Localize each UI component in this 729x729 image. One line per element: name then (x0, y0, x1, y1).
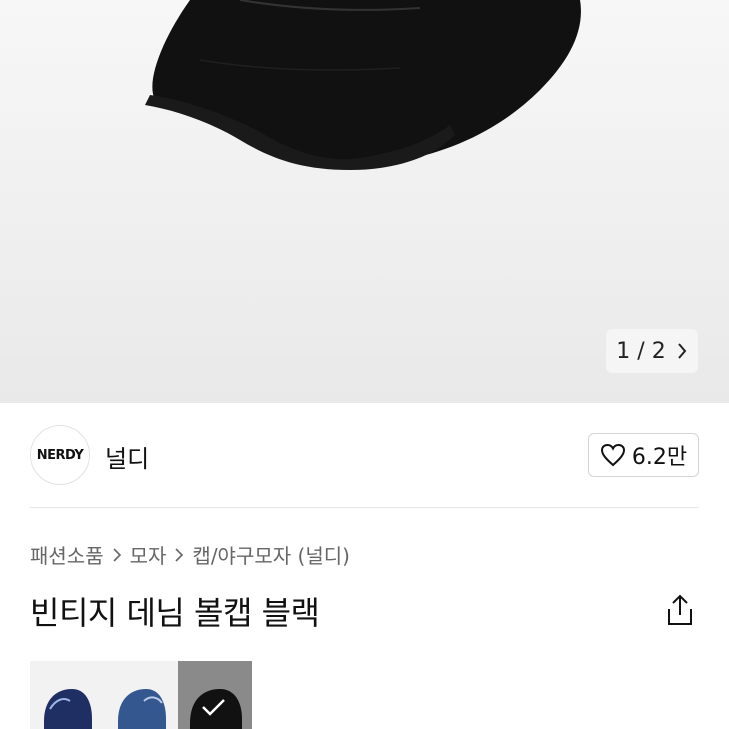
brand-logo[interactable]: NERDY (30, 425, 90, 485)
chevron-right-icon (175, 547, 184, 562)
brand-row: NERDY 널디 6.2만 (30, 425, 699, 485)
product-title: 빈티지 데님 볼캡 블랙 (30, 594, 320, 632)
brand-logo-text: NERDY (36, 447, 84, 463)
cap-thumbnail-blue (118, 689, 166, 729)
variant-thumb-navy[interactable] (30, 661, 104, 729)
variant-thumb-blue[interactable] (104, 661, 178, 729)
chevron-right-icon (113, 547, 121, 562)
variant-thumb-black[interactable] (178, 661, 252, 729)
cap-thumbnail-black (190, 689, 242, 729)
image-pager[interactable]: 1 / 2 (606, 329, 698, 373)
like-button[interactable]: 6.2만 (588, 433, 699, 477)
chevron-right-icon[interactable] (676, 342, 688, 360)
heart-icon (600, 443, 625, 467)
pager-text: 1 / 2 (616, 338, 666, 364)
divider (30, 507, 699, 508)
share-icon[interactable] (664, 593, 696, 627)
breadcrumb-item[interactable]: 모자 (130, 540, 167, 569)
cap-thumbnail-navy (44, 689, 92, 729)
breadcrumb-item[interactable]: 패션소품 (30, 540, 104, 569)
brand-name[interactable]: 널디 (105, 439, 149, 474)
variant-thumbnails (30, 661, 252, 729)
product-image-carousel[interactable]: 1 / 2 (0, 0, 729, 403)
breadcrumb-item[interactable]: 캡/야구모자 (널디) (192, 540, 350, 569)
like-count: 6.2만 (631, 445, 688, 470)
breadcrumb: 패션소품 모자 캡/야구모자 (널디) (30, 540, 350, 569)
